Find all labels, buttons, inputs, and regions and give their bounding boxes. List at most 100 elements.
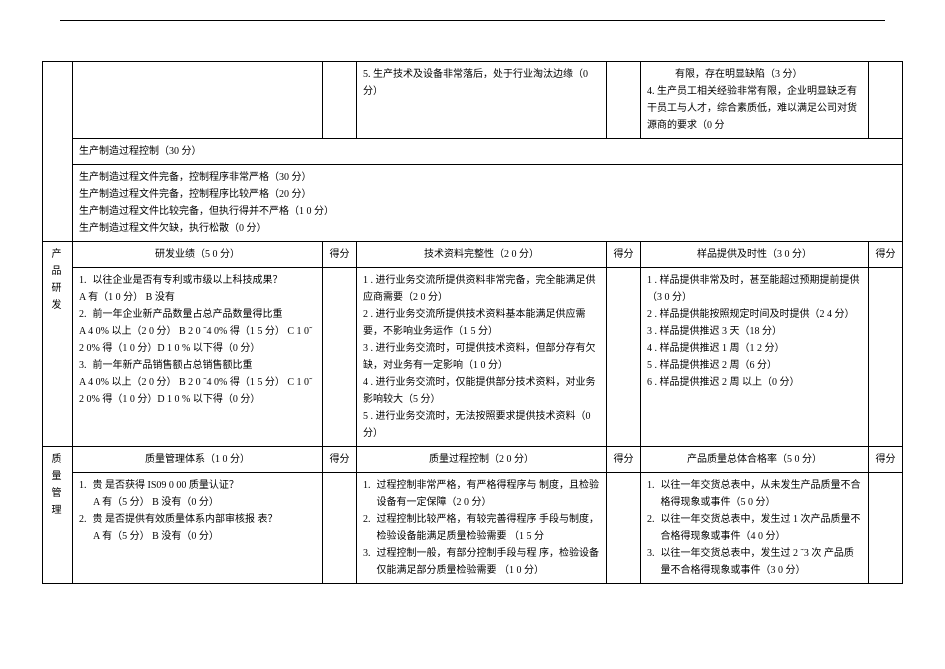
cell-header-score: 得分 bbox=[869, 447, 903, 473]
table-row: 质量管理 质量管理体系（1 0 分） 得分 质量过程控制（2 0 分） 得分 产… bbox=[43, 447, 903, 473]
text: 得分 bbox=[614, 249, 634, 260]
text: 以往一年交货总表中，从未发生产品质量不合格得现象或事件（5 0 分） bbox=[661, 477, 863, 511]
category-cell-rnd: 产品研发 bbox=[43, 242, 73, 447]
document-page: 5. 生产技术及设备非常落后，处于行业淘汰边缘（0 分） 有限，存在明显缺陷（3… bbox=[0, 0, 945, 669]
cell-empty bbox=[869, 62, 903, 139]
num: 2. bbox=[647, 511, 661, 545]
cell-score-empty bbox=[607, 268, 641, 447]
text: 以往一年交货总表中，发生过 1 次产品质量不合格得现象或事件（4 0 分） bbox=[661, 511, 863, 545]
cell-header-rnd-col2: 技术资料完整性（2 0 分） bbox=[357, 242, 607, 268]
cell-header-rnd-col3: 样品提供及时性（3 0 分） bbox=[641, 242, 869, 268]
table-row: 生产制造过程文件完备，控制程序非常严格（30 分） 生产制造过程文件完备，控制程… bbox=[43, 165, 903, 242]
text: A 有（5 分） B 没有（0 分） bbox=[79, 528, 316, 545]
cell-header-qc-col1: 质量管理体系（1 0 分） bbox=[73, 447, 323, 473]
evaluation-table: 5. 生产技术及设备非常落后，处于行业淘汰边缘（0 分） 有限，存在明显缺陷（3… bbox=[42, 61, 903, 584]
text: 过程控制比较严格，有较完善得程序 手段与制度，检验设备能满足质量检验需要 （1 … bbox=[377, 511, 601, 545]
table-row: 1.贵 是否获得 IS09 0 00 质量认证？ A 有（5 分） B 没有（0… bbox=[43, 473, 903, 584]
num: 3. bbox=[647, 545, 661, 579]
text: 前一年企业新产品数量占总产品数量得比重 bbox=[93, 306, 317, 323]
cell-empty bbox=[323, 62, 357, 139]
text: 有限，存在明显缺陷（3 分） bbox=[647, 66, 862, 83]
text: 前一年新产品销售额占总销售额比重 bbox=[93, 357, 317, 374]
cell-proc-control-body: 生产制造过程文件完备，控制程序非常严格（30 分） 生产制造过程文件完备，控制程… bbox=[73, 165, 903, 242]
cell-prod-tech-tail: 5. 生产技术及设备非常落后，处于行业淘汰边缘（0 分） bbox=[357, 62, 607, 139]
text: 3 . 进行业务交流时，可提供技术资料，但部分存有欠缺，对业务有一定影响（1 0… bbox=[363, 340, 600, 374]
category-label: 产品研发 bbox=[52, 249, 64, 311]
cell-header-score: 得分 bbox=[607, 242, 641, 268]
cell-score-empty bbox=[869, 473, 903, 584]
cell-rnd-col2-body: 1 . 进行业务交流所提供资料非常完备，完全能满足供应商需要（2 0 分） 2 … bbox=[357, 268, 607, 447]
cell-header-rnd-col1: 研发业绩（5 0 分） bbox=[73, 242, 323, 268]
cell-header-qc-col2: 质量过程控制（2 0 分） bbox=[357, 447, 607, 473]
text: 得分 bbox=[614, 454, 634, 465]
cell-score-empty bbox=[323, 473, 357, 584]
table-row: 生产制造过程控制（30 分） bbox=[43, 139, 903, 165]
num: 2. bbox=[79, 511, 93, 528]
text: 研发业绩（5 0 分） bbox=[155, 249, 240, 260]
text: 生产制造过程文件完备，控制程序比较严格（20 分） bbox=[79, 186, 896, 203]
text: 以往一年交货总表中，发生过 2 ˜3 次 产品质量不合格得现象或事件（3 0 分… bbox=[661, 545, 863, 579]
cell-rnd-col3-body: 1 . 样品提供非常及时，甚至能超过预期提前提供（3 0 分） 2 . 样品提供… bbox=[641, 268, 869, 447]
cell-rnd-col1-body: 1.以往企业是否有专利或市级以上科技成果？ A 有（1 0 分） B 没有 2.… bbox=[73, 268, 323, 447]
cell-header-qc-col3: 产品质量总体合格率（5 0 分） bbox=[641, 447, 869, 473]
text: 质量管理体系（1 0 分） bbox=[145, 454, 250, 465]
text: 以往企业是否有专利或市级以上科技成果？ bbox=[93, 272, 317, 289]
text: 2 . 样品提供能按照规定时间及时提供（2 4 分） bbox=[647, 306, 862, 323]
category-cell-cont bbox=[43, 62, 73, 242]
cell-header-score: 得分 bbox=[323, 447, 357, 473]
text: 生产制造过程文件比较完备，但执行得并不严格（1 0 分） bbox=[79, 203, 896, 220]
num: 1. bbox=[79, 477, 93, 494]
table-row: 产品研发 研发业绩（5 0 分） 得分 技术资料完整性（2 0 分） 得分 样品… bbox=[43, 242, 903, 268]
table-row: 5. 生产技术及设备非常落后，处于行业淘汰边缘（0 分） 有限，存在明显缺陷（3… bbox=[43, 62, 903, 139]
text: 1 . 进行业务交流所提供资料非常完备，完全能满足供应商需要（2 0 分） bbox=[363, 272, 600, 306]
text: A 4 0% 以上（2 0 分） B 2 0 ˜4 0% 得（1 5 分） C … bbox=[79, 374, 316, 408]
text: 4. 生产员工相关经验非常有限，企业明显缺乏有干员工与人才，综合素质低，难以满足… bbox=[647, 83, 862, 134]
text: 贵 是否提供有效质量体系内部审核报 表？ bbox=[93, 511, 317, 528]
text: 4 . 进行业务交流时，仅能提供部分技术资料，对业务影响较大（5 分） bbox=[363, 374, 600, 408]
cell-worker-exp-tail: 有限，存在明显缺陷（3 分） 4. 生产员工相关经验非常有限，企业明显缺乏有干员… bbox=[641, 62, 869, 139]
cell-proc-control-header: 生产制造过程控制（30 分） bbox=[73, 139, 903, 165]
text: 过程控制一般，有部分控制手段与程 序，检验设备仅能满足部分质量检验需要 （1 0… bbox=[377, 545, 601, 579]
text: 生产制造过程控制（30 分） bbox=[79, 146, 202, 157]
num: 2. bbox=[79, 306, 93, 323]
text: 生产制造过程文件完备，控制程序非常严格（30 分） bbox=[79, 169, 896, 186]
text: 得分 bbox=[876, 454, 896, 465]
num: 1. bbox=[647, 477, 661, 511]
cell-score-empty bbox=[323, 268, 357, 447]
text: 5 . 样品提供推迟 2 周（6 分） bbox=[647, 357, 862, 374]
cell-header-score: 得分 bbox=[869, 242, 903, 268]
text: 5. 生产技术及设备非常落后，处于行业淘汰边缘（0 分） bbox=[363, 69, 588, 97]
category-label: 质量管理 bbox=[52, 454, 64, 516]
cell-score-empty bbox=[869, 268, 903, 447]
cell-qc-col3-body: 1.以往一年交货总表中，从未发生产品质量不合格得现象或事件（5 0 分） 2.以… bbox=[641, 473, 869, 584]
text: 3 . 样品提供推迟 3 天（18 分） bbox=[647, 323, 862, 340]
text: 2 . 进行业务交流所提供技术资料基本能满足供应需要，不影响业务运作（1 5 分… bbox=[363, 306, 600, 340]
cell-header-score: 得分 bbox=[607, 447, 641, 473]
text: 得分 bbox=[330, 454, 350, 465]
cell-empty bbox=[73, 62, 323, 139]
num: 1. bbox=[363, 477, 377, 511]
cell-qc-col1-body: 1.贵 是否获得 IS09 0 00 质量认证？ A 有（5 分） B 没有（0… bbox=[73, 473, 323, 584]
text: A 4 0% 以上（2 0 分） B 2 0 ˜4 0% 得（1 5 分） C … bbox=[79, 323, 316, 357]
num: 3. bbox=[363, 545, 377, 579]
top-horizontal-rule bbox=[60, 20, 885, 21]
text: A 有（5 分） B 没有（0 分） bbox=[79, 494, 316, 511]
text: 贵 是否获得 IS09 0 00 质量认证？ bbox=[93, 477, 317, 494]
num: 3. bbox=[79, 357, 93, 374]
text: 产品质量总体合格率（5 0 分） bbox=[687, 454, 822, 465]
cell-empty bbox=[607, 62, 641, 139]
text: 质量过程控制（2 0 分） bbox=[429, 454, 534, 465]
text: 技术资料完整性（2 0 分） bbox=[424, 249, 539, 260]
text: 样品提供及时性（3 0 分） bbox=[697, 249, 812, 260]
cell-header-score: 得分 bbox=[323, 242, 357, 268]
text: 过程控制非常严格，有严格得程序与 制度，且检验设备有一定保障（2 0 分） bbox=[377, 477, 601, 511]
text: 生产制造过程文件欠缺，执行松散（0 分） bbox=[79, 220, 896, 237]
text: 得分 bbox=[876, 249, 896, 260]
cell-score-empty bbox=[607, 473, 641, 584]
table-row: 1.以往企业是否有专利或市级以上科技成果？ A 有（1 0 分） B 没有 2.… bbox=[43, 268, 903, 447]
text: 得分 bbox=[330, 249, 350, 260]
text: A 有（1 0 分） B 没有 bbox=[79, 289, 316, 306]
category-cell-qc: 质量管理 bbox=[43, 447, 73, 584]
num: 1. bbox=[79, 272, 93, 289]
text: 5 . 进行业务交流时，无法按照要求提供技术资料（0 分） bbox=[363, 408, 600, 442]
